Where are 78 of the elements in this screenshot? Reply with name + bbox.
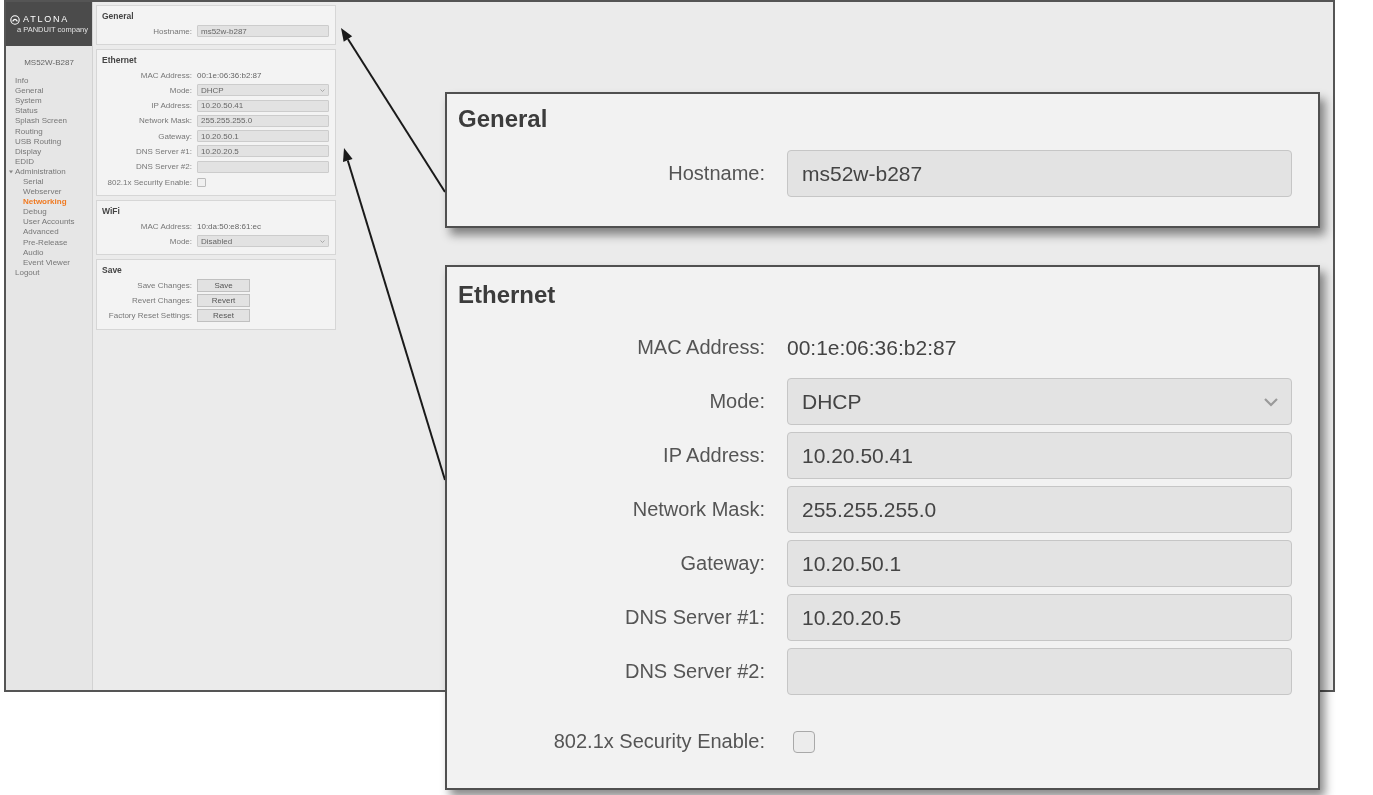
sidebar-item[interactable]: Splash Screen bbox=[15, 116, 68, 127]
sidebar-item[interactable]: Pre-Release bbox=[23, 237, 68, 248]
field-label: IP Address: bbox=[662, 444, 765, 467]
sidebar-item[interactable]: USB Routing bbox=[15, 136, 62, 147]
field-label: Revert Changes: bbox=[130, 296, 192, 306]
circle-logo-icon bbox=[10, 14, 20, 25]
field-label: DNS Server #1: bbox=[623, 606, 765, 629]
text-field[interactable]: 10.20.20.5 bbox=[787, 594, 1292, 641]
value-text: 10:da:50:e8:61:ec bbox=[197, 221, 262, 231]
text-field[interactable]: 10.20.50.1 bbox=[197, 130, 329, 143]
panel-title: WiFi bbox=[102, 206, 121, 218]
sidebar-item[interactable]: EDID bbox=[15, 156, 35, 167]
dropdown[interactable]: DHCP bbox=[787, 378, 1292, 425]
sidebar-item[interactable]: Audio bbox=[23, 247, 44, 258]
sidebar-item[interactable]: Info bbox=[15, 76, 29, 87]
field-label: Mode: bbox=[708, 390, 765, 413]
field-label: DNS Server #2: bbox=[134, 162, 192, 172]
text-field[interactable]: ms52w-b287 bbox=[787, 150, 1292, 197]
sidebar-item[interactable]: Advanced bbox=[23, 227, 59, 238]
sidebar-item[interactable]: Logout bbox=[15, 267, 40, 278]
text-field[interactable]: 255.255.255.0 bbox=[197, 114, 329, 127]
field-label: IP Address: bbox=[150, 101, 192, 111]
panel-title: Ethernet bbox=[457, 280, 557, 310]
sidebar-item[interactable]: Routing bbox=[15, 126, 43, 137]
checkbox[interactable] bbox=[793, 730, 815, 753]
text-field[interactable] bbox=[197, 160, 329, 173]
logo-text: ATLONA bbox=[23, 14, 70, 25]
sidebar-item[interactable]: Administration bbox=[15, 166, 66, 177]
checkbox[interactable] bbox=[197, 177, 206, 187]
text-field[interactable]: 10.20.50.41 bbox=[197, 99, 329, 112]
sidebar-item[interactable]: General bbox=[15, 86, 44, 97]
action-button[interactable]: Reset bbox=[197, 309, 250, 323]
dropdown[interactable]: DHCP bbox=[197, 84, 329, 97]
sidebar-item[interactable]: Event Viewer bbox=[23, 257, 70, 268]
field-label: MAC Address: bbox=[139, 221, 192, 231]
field-label: Hostname: bbox=[667, 162, 765, 185]
field-label: Factory Reset Settings: bbox=[107, 311, 192, 321]
field-label: Mode: bbox=[168, 85, 192, 95]
field-label: DNS Server #2: bbox=[623, 660, 765, 683]
action-button[interactable]: Revert bbox=[197, 294, 250, 308]
field-label: 802.1x Security Enable: bbox=[106, 177, 192, 187]
sidebar-item[interactable]: Display bbox=[15, 146, 42, 157]
sidebar-item[interactable]: System bbox=[15, 96, 42, 107]
chevron-down-icon bbox=[320, 239, 325, 243]
sidebar-item[interactable]: Debug bbox=[23, 207, 47, 218]
panel-title: Ethernet bbox=[102, 55, 138, 66]
value-text: 00:1e:06:36:b2:87 bbox=[787, 335, 957, 360]
action-button[interactable]: Save bbox=[197, 278, 250, 292]
field-label: Gateway: bbox=[679, 552, 765, 575]
device-name: MS52W-B287 bbox=[23, 58, 75, 68]
text-field[interactable] bbox=[787, 648, 1292, 695]
sidebar-item[interactable]: Networking bbox=[23, 197, 67, 208]
field-label: Network Mask: bbox=[138, 116, 192, 126]
chevron-down-icon bbox=[320, 88, 325, 92]
field-label: DNS Server #1: bbox=[134, 147, 192, 156]
chevron-down-icon bbox=[1263, 396, 1279, 407]
text-field[interactable]: 10.20.20.5 bbox=[197, 145, 329, 158]
field-label: Mode: bbox=[168, 236, 192, 246]
text-field[interactable]: 10.20.50.1 bbox=[787, 540, 1292, 587]
panel-title: General bbox=[102, 11, 135, 22]
field-label: MAC Address: bbox=[636, 336, 765, 359]
field-label: Network Mask: bbox=[631, 498, 765, 521]
field-label: Gateway: bbox=[157, 131, 192, 141]
sidebar-item[interactable]: Serial bbox=[23, 177, 44, 187]
field-label: Hostname: bbox=[152, 26, 192, 36]
field-label: Save Changes: bbox=[136, 280, 192, 290]
panel-title: General bbox=[457, 104, 549, 134]
text-field[interactable]: ms52w-b287 bbox=[197, 25, 329, 37]
text-field[interactable]: 255.255.255.0 bbox=[787, 486, 1292, 533]
sidebar-item[interactable]: Webserver bbox=[23, 187, 62, 198]
field-label: 802.1x Security Enable: bbox=[552, 730, 765, 753]
dropdown[interactable]: Disabled bbox=[197, 235, 329, 248]
panel-title: Save bbox=[102, 265, 123, 277]
field-label: MAC Address: bbox=[139, 70, 192, 80]
value-text: 00:1e:06:36:b2:87 bbox=[197, 70, 262, 80]
sidebar-item[interactable]: User Accounts bbox=[23, 217, 75, 228]
text-field[interactable]: 10.20.50.41 bbox=[787, 432, 1292, 479]
sidebar-item[interactable]: Status bbox=[15, 106, 38, 117]
